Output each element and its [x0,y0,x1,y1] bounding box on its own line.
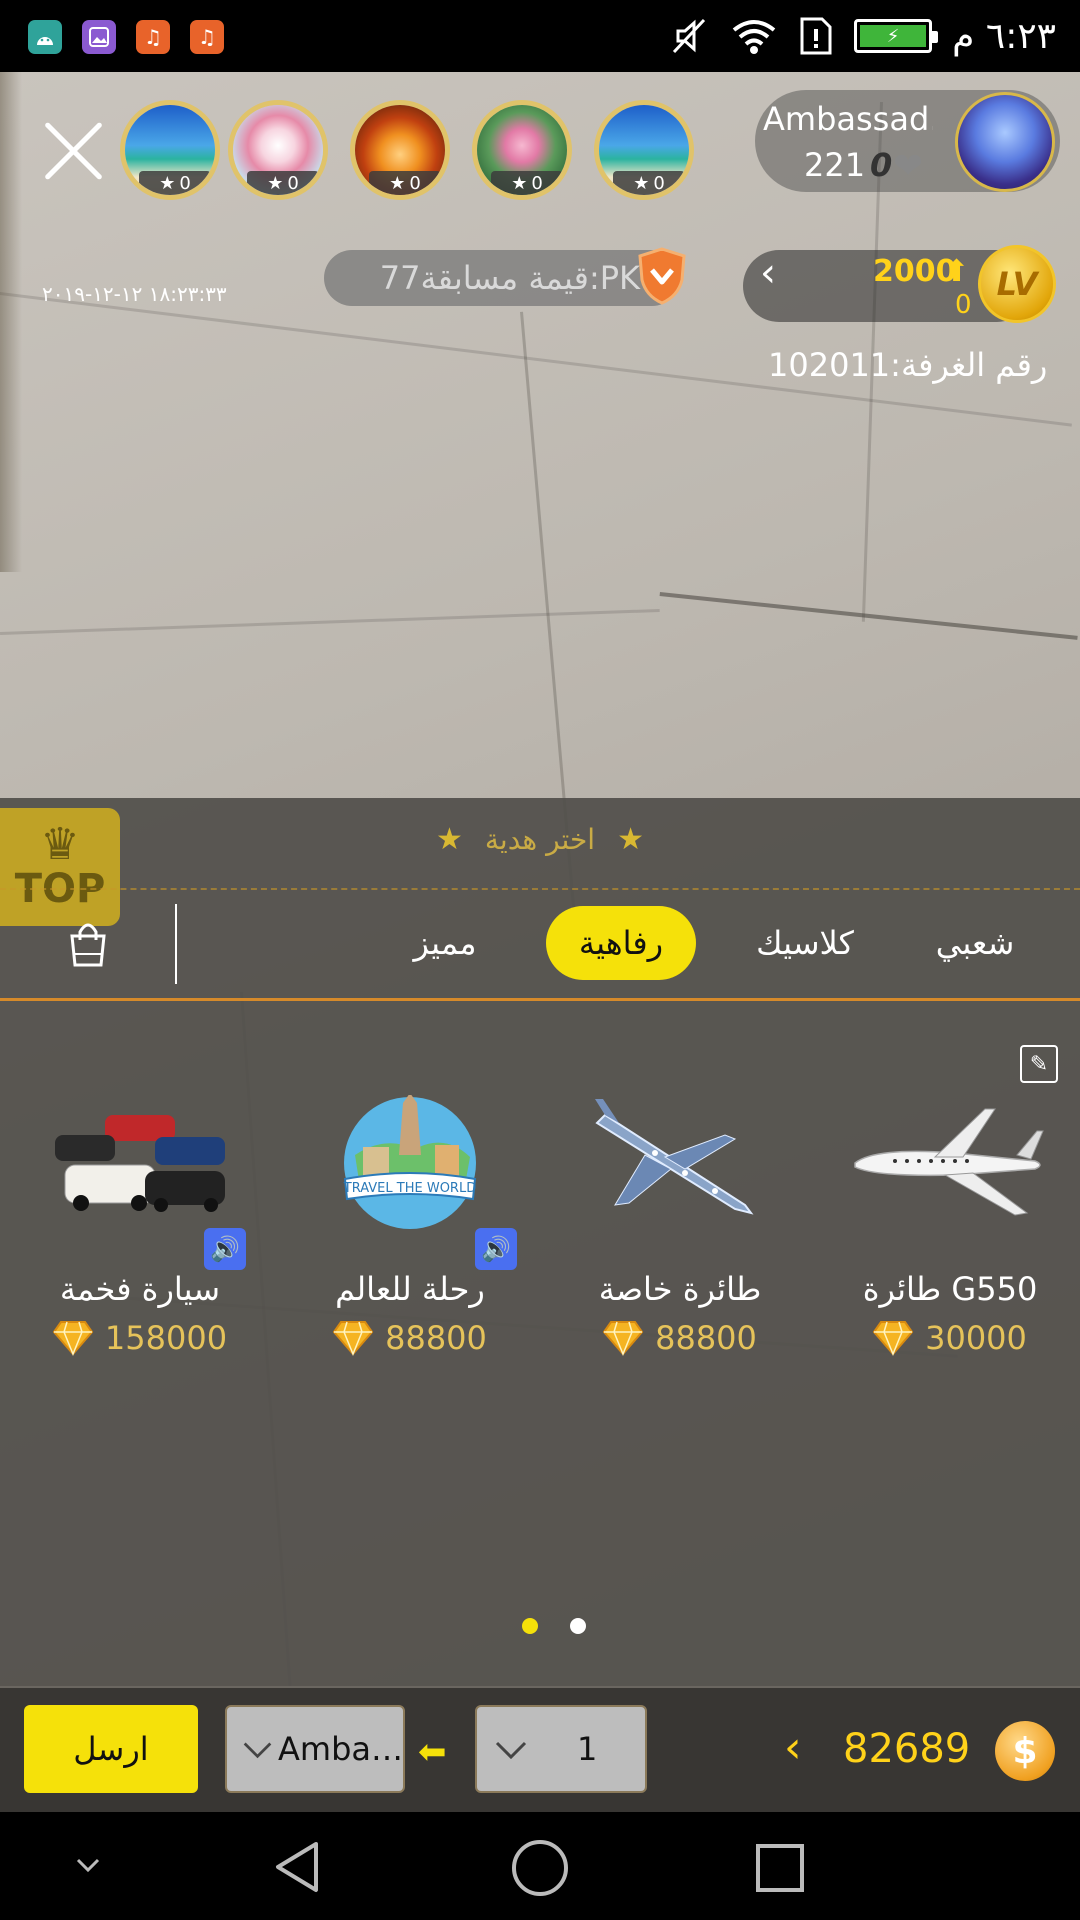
viewer-star-badge: ★ 0 [613,171,685,195]
divider [175,904,177,984]
gift-name: رحلة للعالم [335,1270,485,1308]
viewer-avatar[interactable]: ★ 0 [472,100,572,200]
star-icon: ★ [159,172,176,194]
quantity-select[interactable]: 1 [475,1705,647,1793]
star-icon: ★ [389,172,406,194]
viewer-star-badge: ★ 0 [369,171,441,195]
shield-icon [638,247,686,305]
luxury-cars-image [55,1115,225,1212]
star-icon: ★ [633,172,650,194]
pk-value-pill[interactable]: قيمة مسابقة77:PK [324,250,680,306]
chevron-left-icon[interactable]: ‹ [784,1722,802,1773]
divider [0,888,1080,890]
level-badge-icon: LV [978,245,1056,323]
star-icon: ★ [436,822,463,857]
recents-icon[interactable] [754,1842,806,1894]
send-button[interactable]: ارسل [24,1705,198,1793]
heart-icon: ❤ [893,146,924,187]
host-likes: 0 [870,146,893,184]
diamond-icon [333,1321,374,1356]
host-followers: 221 [804,146,866,184]
chevron-down-icon [495,1741,527,1760]
choose-gift-header: ★ اختر هدية ★ [436,822,644,857]
clock: ٦:٢٣ م [952,15,1056,57]
diamond-icon [52,1321,93,1356]
gift-item[interactable]: طائرة خاصة 88800 [555,1095,805,1375]
tabs-underline [0,998,1080,1001]
gift-price: 30000 [825,1319,1075,1357]
viewer-avatar[interactable]: ★ 0 [228,100,328,200]
tab-luxury[interactable]: رفاهية [546,906,696,980]
tab-special[interactable]: مميز [380,906,510,980]
arrow-left-icon: ⬅ [418,1732,447,1772]
back-icon[interactable] [272,1840,324,1894]
room-number: رقم الغرفة:102011 [768,346,1048,384]
viewer-star-badge: ★ 0 [247,171,319,195]
jet-g550-image [854,1108,1044,1216]
gallery-icon [82,20,116,54]
wifi-icon [732,20,776,54]
travel-caption: TRAVEL THE WORLD [343,1181,476,1196]
viewer-star-badge: ★ 0 [139,171,211,195]
battery-icon: ⚡ [854,19,939,53]
page-indicator-dot[interactable] [522,1618,538,1634]
diamond-icon [873,1321,914,1356]
chevron-left-icon[interactable]: ‹ [760,250,776,296]
chevron-down-icon[interactable] [72,1854,104,1878]
home-icon[interactable] [510,1838,570,1898]
coin-balance: 82689 [843,1726,971,1772]
music-icon: ♫ [190,20,224,54]
mute-icon [673,18,706,54]
star-icon: ★ [617,822,644,857]
sim-icon [800,17,832,55]
navigation-bar [0,1812,1080,1920]
timestamp: ١٨:٢٣:٣٣ ١٢-١٢-٢٠١٩ [42,282,227,306]
chevron-down-icon [243,1742,272,1759]
host-avatar[interactable] [955,92,1055,192]
coin-icon[interactable]: $ [995,1721,1055,1781]
close-icon[interactable] [40,118,106,184]
gift-name: طائرة G550 [862,1270,1038,1308]
diamond-icon [603,1321,644,1356]
star-icon: ★ [267,172,284,194]
viewer-avatar[interactable]: ★ 0 [594,100,694,200]
arrow-up-icon: ⬆ [944,254,970,289]
host-name: Ambassad… [763,100,933,138]
edit-icon[interactable]: ✎ [1020,1045,1058,1083]
gift-price: 88800 [285,1319,535,1357]
audio-effect-icon: 🔊 [475,1228,517,1270]
recipient-select[interactable]: Amba… [225,1705,405,1793]
gift-price: 158000 [15,1319,265,1357]
gift-item[interactable]: طائرة G550 30000 [825,1095,1075,1375]
tab-popular[interactable]: شعبي [915,906,1035,980]
shopping-bag-icon[interactable] [66,918,110,968]
viewer-avatar[interactable]: ★ 0 [350,100,450,200]
gift-name: سيارة فخمة [59,1270,221,1308]
private-jet-image [595,1099,754,1215]
android-icon [28,20,62,54]
page-indicator-dot[interactable] [570,1618,586,1634]
tab-classic[interactable]: كلاسيك [730,906,880,980]
audio-effect-icon: 🔊 [204,1228,246,1270]
pk-label: قيمة مسابقة77:PK [379,259,640,297]
viewer-avatar[interactable]: ★ 0 [120,100,220,200]
gift-name: طائرة خاصة [598,1270,762,1308]
star-icon: ★ [511,172,528,194]
music-icon: ♫ [136,20,170,54]
viewer-star-badge: ★ 0 [491,171,563,195]
gift-price: 88800 [555,1319,805,1357]
level-sub-value: 0 [955,290,972,320]
travel-world-image: TRAVEL THE WORLD [343,1095,476,1229]
status-bar: ♫ ♫ ⚡ ٦:٢٣ م [0,0,1080,72]
